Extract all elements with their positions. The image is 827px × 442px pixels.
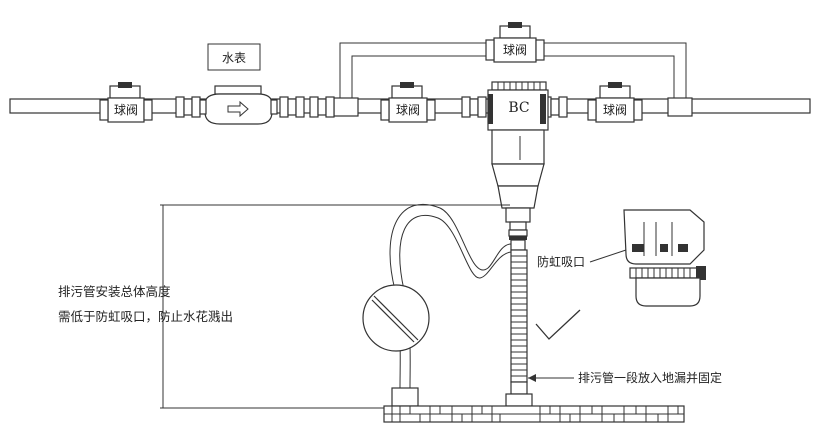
ball-valve-bypass-label: 球阀	[503, 43, 527, 57]
ball-valve-middle-label: 球阀	[396, 103, 420, 117]
pre-filter: BC	[487, 81, 549, 251]
ball-valve-right-label: 球阀	[603, 103, 627, 117]
ball-valve-middle: 球阀	[380, 82, 436, 123]
ball-valve-left-label: 球阀	[114, 103, 138, 117]
floor	[383, 405, 685, 423]
drain-hose-incorrect	[362, 203, 512, 407]
ball-valve-bypass: 球阀	[485, 22, 545, 63]
filter-logo: BC	[508, 100, 529, 116]
drain-hose-correct	[510, 249, 528, 395]
water-meter	[199, 85, 278, 125]
ball-valve-right: 球阀	[587, 82, 643, 123]
ball-valve-left: 球阀	[99, 82, 153, 123]
meter-label-box: 水表	[207, 43, 261, 71]
anti-siphon-detail	[623, 209, 706, 307]
meter-label: 水表	[222, 51, 246, 65]
drain-note: 排污管一段放入地漏并固定	[578, 370, 722, 385]
coupling-left	[175, 96, 201, 118]
height-dimension	[160, 204, 510, 409]
check-icon	[535, 309, 581, 340]
height-note-line2: 需低于防虹吸口，防止水花溅出	[58, 309, 233, 324]
coupling-filter-left	[461, 96, 487, 118]
floor-drain-correct	[505, 393, 533, 407]
height-note-line1: 排污管安装总体高度	[58, 284, 171, 299]
installation-diagram: 球阀 水表 球阀 球阀 球阀 BC 排污管安装总体高度 需低于防虹吸口，防止水花…	[0, 0, 827, 438]
siphon-inlet-label: 防虹吸口	[537, 254, 585, 269]
